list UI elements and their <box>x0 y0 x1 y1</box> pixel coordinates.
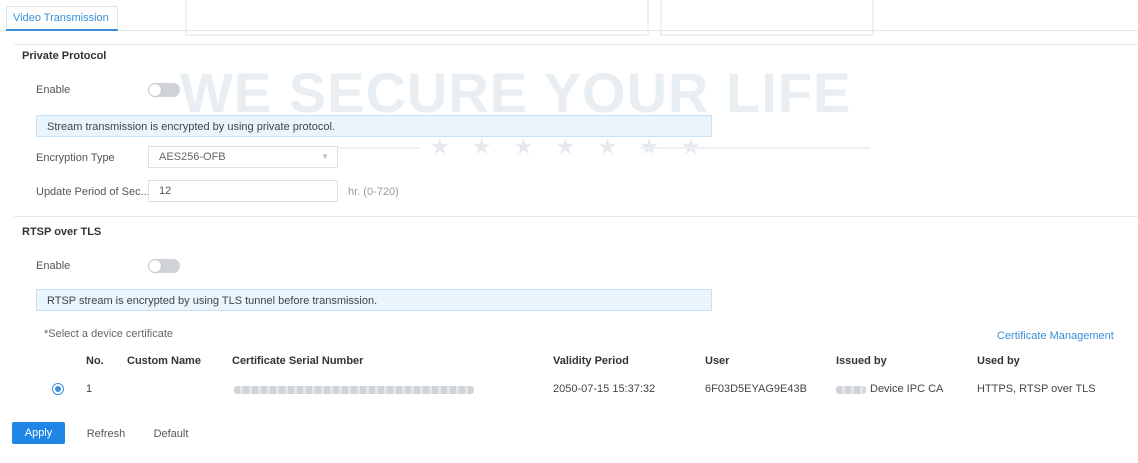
encryption-type-select[interactable]: AES256-OFB ▼ <box>148 146 338 168</box>
toggle-knob <box>149 260 161 272</box>
apply-button[interactable]: Apply <box>12 422 65 444</box>
watermark-line-right <box>640 147 870 149</box>
certificate-select-radio[interactable] <box>52 383 64 395</box>
column-header-user: User <box>705 355 730 367</box>
watermark-stars: ★ ★ ★ ★ ★ ★ ★ <box>430 134 709 159</box>
update-period-unit: hr. (0-720) <box>348 186 399 198</box>
cell-used-by: HTTPS, RTSP over TLS <box>977 383 1096 395</box>
column-header-used-by: Used by <box>977 355 1020 367</box>
tab-active-indicator <box>6 29 118 31</box>
private-protocol-enable-toggle[interactable] <box>148 83 180 97</box>
column-header-validity: Validity Period <box>553 355 629 367</box>
column-header-serial-number: Certificate Serial Number <box>232 355 364 367</box>
update-period-input[interactable]: 12 <box>148 180 338 202</box>
column-header-no: No. <box>86 355 104 367</box>
private-protocol-title: Private Protocol <box>22 50 107 62</box>
default-button[interactable]: Default <box>143 422 199 444</box>
encryption-type-value: AES256-OFB <box>159 151 226 163</box>
cell-issued-by-redacted-prefix <box>836 386 866 394</box>
toggle-knob <box>149 84 161 96</box>
refresh-button[interactable]: Refresh <box>76 422 136 444</box>
radio-selected-dot <box>55 386 61 392</box>
cell-no: 1 <box>86 383 93 395</box>
rtsp-tls-section <box>14 216 1138 217</box>
column-header-issued-by: Issued by <box>836 355 887 367</box>
certificate-management-link[interactable]: Certificate Management <box>997 330 1114 342</box>
rtsp-tls-info-banner: RTSP stream is encrypted by using TLS tu… <box>36 289 712 311</box>
rtsp-tls-title: RTSP over TLS <box>22 226 102 238</box>
rtsp-tls-enable-label: Enable <box>36 260 71 272</box>
tab-bar: Video Transmission <box>0 0 1138 34</box>
cell-validity: 2050-07-15 15:37:32 <box>553 383 656 395</box>
update-period-label: Update Period of Sec... <box>36 186 150 198</box>
chevron-down-icon: ▼ <box>321 152 329 161</box>
rtsp-tls-enable-toggle[interactable] <box>148 259 180 273</box>
private-protocol-enable-label: Enable <box>36 84 71 96</box>
private-protocol-info-banner: Stream transmission is encrypted by usin… <box>36 115 712 137</box>
select-certificate-label: *Select a device certificate <box>44 328 174 340</box>
column-header-custom-name: Custom Name <box>127 355 201 367</box>
cell-serial-number-redacted <box>234 386 474 394</box>
cell-user: 6F03D5EYAG9E43B <box>705 383 807 395</box>
encryption-type-label: Encryption Type <box>36 152 115 164</box>
tab-bar-divider <box>0 30 1138 31</box>
cell-issued-by: Device IPC CA <box>870 383 944 395</box>
private-protocol-section <box>14 44 1138 45</box>
tab-video-transmission[interactable]: Video Transmission <box>6 6 118 28</box>
